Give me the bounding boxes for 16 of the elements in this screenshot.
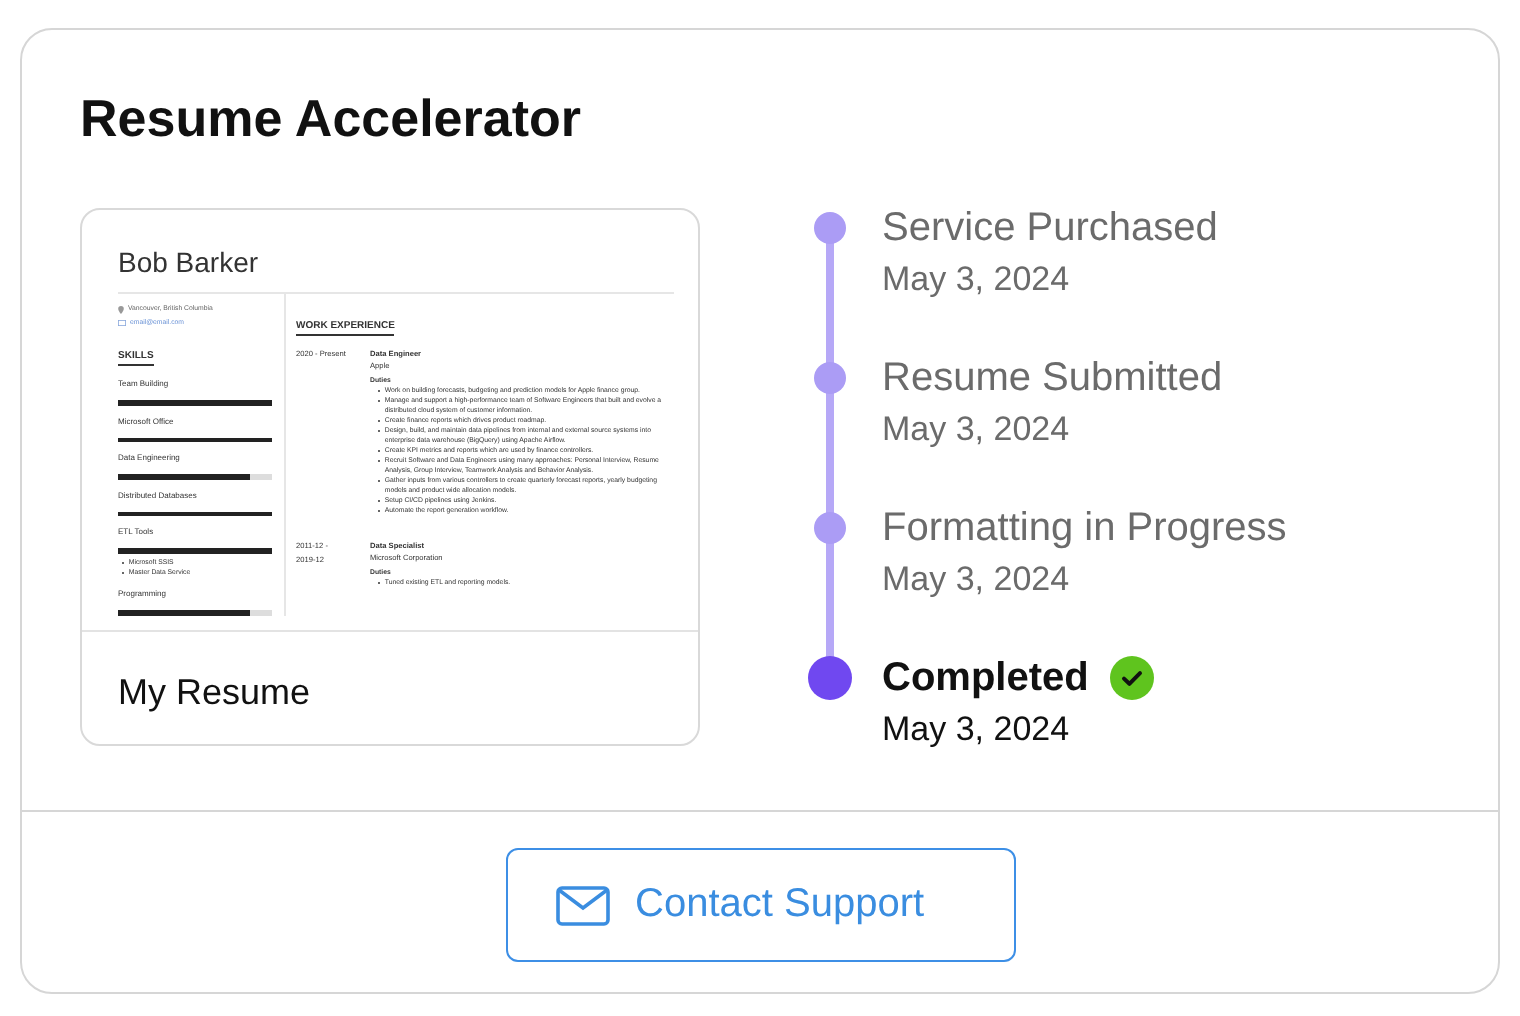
mail-icon xyxy=(118,320,126,326)
resume-name: Bob Barker xyxy=(118,244,261,280)
check-icon xyxy=(1110,656,1155,700)
step-date: May 3, 2024 xyxy=(882,258,1072,302)
resume-caption: My Resume xyxy=(116,670,311,714)
card-title: Resume Accelerator xyxy=(80,86,583,150)
pin-icon xyxy=(118,305,124,313)
step-label: Formatting in Progress xyxy=(882,504,1287,552)
contact-support-button[interactable]: Contact Support xyxy=(505,848,1015,962)
mail-icon xyxy=(555,885,609,925)
step-date: May 3, 2024 xyxy=(882,408,1072,452)
step-label: Resume Submitted xyxy=(882,354,1223,402)
step-label: Completed xyxy=(882,654,1089,702)
step-label: Service Purchased xyxy=(882,204,1218,252)
step-date: May 3, 2024 xyxy=(882,708,1072,752)
step-date: May 3, 2024 xyxy=(882,558,1072,602)
